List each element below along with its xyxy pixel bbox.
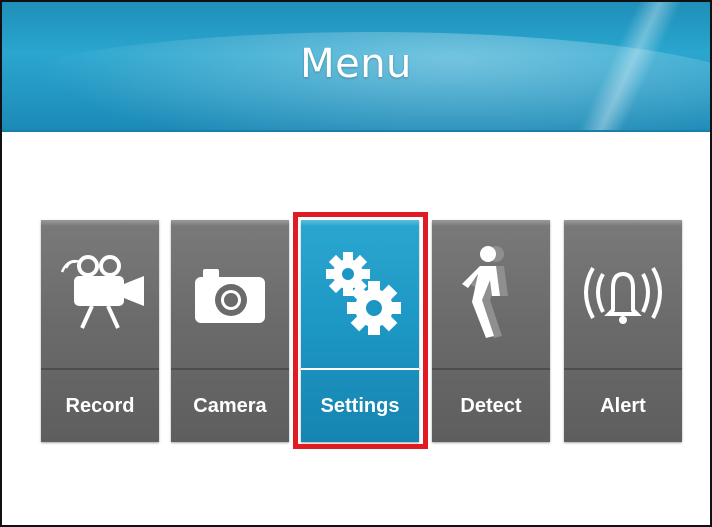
menu-tile-camera[interactable]: Camera — [171, 220, 289, 442]
walking-person-icon — [432, 232, 550, 352]
menu-tiles: Record Camera Settings Detect Alert — [2, 2, 710, 525]
camera-icon — [171, 232, 289, 352]
menu-label-record: Record — [65, 395, 135, 417]
menu-screen: Menu Record Camera Settings Detect Alert — [0, 0, 712, 527]
ringing-bell-icon — [564, 232, 682, 352]
menu-label-camera: Camera — [193, 395, 267, 417]
tile-bevel — [41, 220, 159, 226]
gears-icon — [301, 232, 419, 352]
menu-label-settings: Settings — [320, 395, 400, 417]
tile-bevel — [301, 220, 419, 226]
menu-tile-alert[interactable]: Alert — [564, 220, 682, 442]
menu-label-alert: Alert — [600, 395, 646, 417]
tile-bevel — [171, 220, 289, 226]
menu-label-detect: Detect — [460, 395, 522, 417]
tile-bevel — [564, 220, 682, 226]
tile-bevel — [432, 220, 550, 226]
menu-tile-record[interactable]: Record — [41, 220, 159, 442]
menu-tile-settings[interactable]: Settings — [301, 220, 419, 442]
menu-tile-detect[interactable]: Detect — [432, 220, 550, 442]
video-camera-icon — [41, 232, 159, 352]
